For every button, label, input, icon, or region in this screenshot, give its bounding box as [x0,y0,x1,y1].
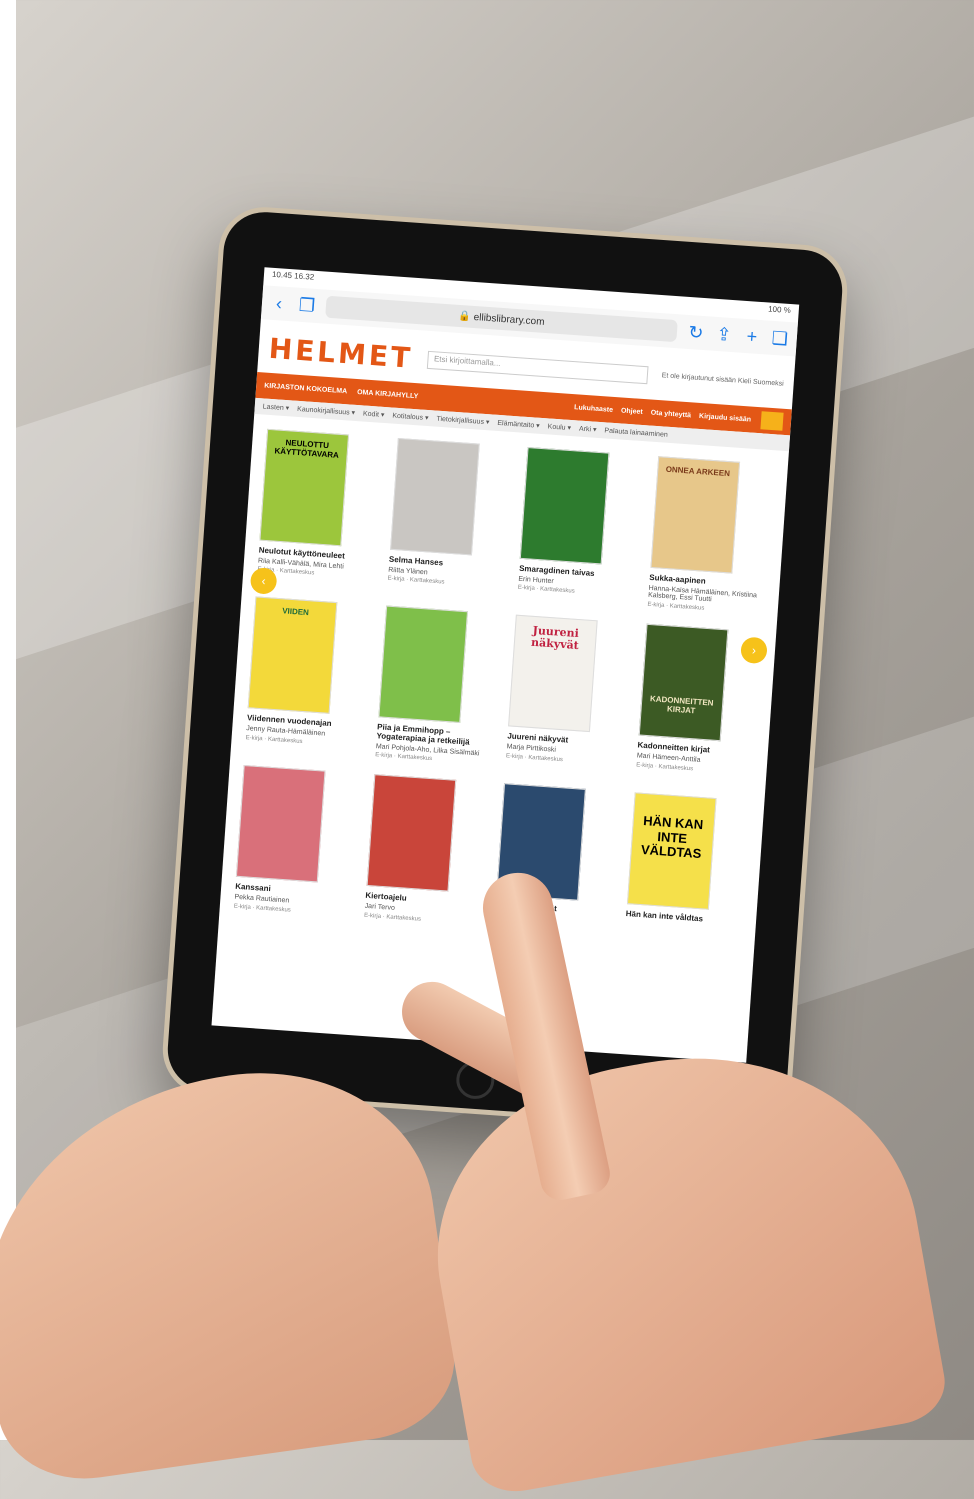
bookmarks-icon[interactable]: ❐ [297,294,316,316]
tabs-icon[interactable]: ❏ [770,327,789,349]
category-link[interactable]: Kaunokirjallisuus ▾ [297,405,355,417]
cover-text: KADONNEITTEN KIRJAT [649,694,714,716]
nav-help[interactable]: Ohjeet [621,407,643,416]
category-link[interactable]: Elämäntaito ▾ [497,419,540,430]
book-cover[interactable] [389,437,480,556]
book-cover[interactable]: VIIDEN [247,596,338,715]
cover-text [508,793,580,798]
book-card[interactable]: Kanssani Pekka Rautiainen E-kirja · Kart… [234,765,360,917]
cover-text: VIIDEN [281,606,310,618]
category-link[interactable]: Koulu ▾ [547,422,571,432]
cover-text [402,447,474,452]
header-links[interactable]: Et ole kirjautunut sisään Kieli Suomeksi [661,372,783,388]
book-cover[interactable]: Juureni näkyvät [508,614,598,733]
book-card[interactable]: NEULOTTU KÄYTTÖTAVARA Neulotut käyttöneu… [257,428,384,589]
site-logo[interactable]: HELMET [268,332,414,375]
book-card[interactable]: ONNEA ARKEEN Sukka-aapinen Hanna-Kaisa H… [647,456,774,616]
category-link[interactable]: Kodit ▾ [363,409,385,418]
book-cover[interactable] [235,765,326,883]
category-link[interactable]: Tietokirjallisuus ▾ [436,415,489,427]
reload-icon[interactable]: ↻ [686,321,705,343]
search-button[interactable] [760,411,784,431]
cover-text [390,615,462,620]
search-input[interactable]: Etsi kirjoittamalla... [426,350,649,384]
cover-text: NEULOTTU KÄYTTÖTAVARA [274,438,340,460]
category-link[interactable]: Palauta lainaaminen [604,427,668,438]
book-cover[interactable]: ONNEA ARKEEN [649,456,740,574]
book-card[interactable]: HÄN KAN INTE VÄLDTAS Hän kan inte våldta… [624,792,750,945]
book-card[interactable]: Selma Hanses Riitta Ylänen E-kirja · Kar… [387,437,514,598]
lock-icon: 🔒 [458,310,475,323]
cover-text: ONNEA ARKEEN [665,464,731,479]
cover-text: Juureni näkyvät [530,624,580,653]
category-link[interactable]: Arki ▾ [579,425,597,434]
nav-reading-challenge[interactable]: Lukuhaaste [574,404,613,414]
status-battery: 100 % [767,304,792,316]
book-title[interactable]: Hän kan inte våldtas [625,909,742,927]
book-cover[interactable] [366,774,456,893]
book-cover[interactable]: HÄN KAN INTE VÄLDTAS [626,792,717,911]
book-card[interactable]: Kiertoajelu Jari Tervo E-kirja · Karttak… [364,774,490,927]
share-icon[interactable]: ⇪ [714,323,733,345]
book-card[interactable]: Juureni näkyvät Juureni näkyvät Marja Pi… [505,614,632,776]
book-cover[interactable]: NEULOTTU KÄYTTÖTAVARA [259,428,350,547]
category-link[interactable]: Kotitalous ▾ [392,412,429,423]
url-text: ellibslibrary.com [473,311,545,328]
nav-contact[interactable]: Ota yhteyttä [650,409,691,419]
book-card[interactable]: VIIDEN Viidennen vuodenajan Jenny Rauta-… [245,596,372,758]
book-cover[interactable]: KADONNEITTEN KIRJAT [638,623,728,742]
cover-text [248,775,320,780]
cover-text: HÄN KAN INTE VÄLDTAS [640,813,704,862]
book-card[interactable]: Smaragdinen taivas Erin Hunter E-kirja ·… [517,447,644,607]
category-link[interactable]: Lasten ▾ [263,402,290,412]
back-icon[interactable]: ‹ [269,292,288,314]
book-cover[interactable] [377,605,468,724]
book-cover[interactable] [519,447,610,565]
book-card[interactable]: Piia ja Emmihopp – Yogaterapiaa ja retke… [375,605,502,767]
new-tab-icon[interactable]: + [742,325,761,347]
nav-login[interactable]: Kirjaudu sisään [699,412,752,423]
cover-text [532,456,604,461]
nav-bookshelf[interactable]: OMA KIRJAHYLLY [357,389,419,400]
status-time: 10.45 16.32 [271,269,315,282]
cover-text [378,784,450,789]
nav-collection[interactable]: KIRJASTON KOKOELMA [264,382,347,395]
